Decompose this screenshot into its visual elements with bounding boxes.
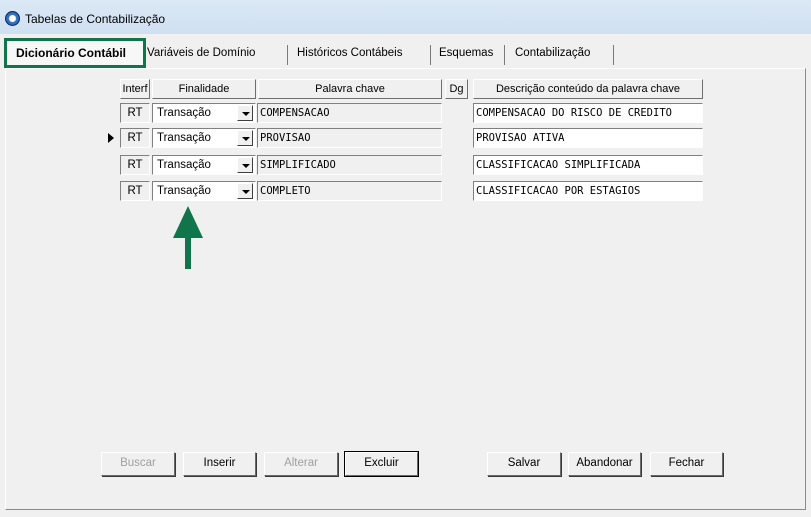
palavra-chave-cell[interactable]: SIMPLIFICADO [257,155,442,175]
column-header-palavra-chave[interactable]: Palavra chave [258,79,442,99]
row-indicator[interactable] [103,103,119,123]
row-indicator[interactable] [103,155,119,175]
current-row-indicator[interactable] [103,128,119,148]
interf-cell[interactable]: RT [120,155,150,175]
fechar-button[interactable]: Fechar [650,452,723,476]
dropdown-arrow-icon[interactable] [237,183,253,199]
app-icon [5,11,20,26]
dg-cell[interactable] [446,128,468,148]
salvar-button[interactable]: Salvar [487,452,561,476]
row-indicator[interactable] [103,181,119,201]
alterar-button[interactable]: Alterar [264,452,338,476]
palavra-chave-cell[interactable]: PROVISAO [257,128,442,148]
column-header-descricao[interactable]: Descrição conteúdo da palavra chave [473,79,703,99]
dropdown-arrow-icon[interactable] [237,130,253,146]
interf-cell[interactable]: RT [120,181,150,201]
descricao-field[interactable]: PROVISAO ATIVA [473,128,703,148]
window-title: Tabelas de Contabilização [25,12,166,26]
tab-dicionario-contabil[interactable]: Dicionário Contábil [4,38,146,68]
tab-label: Históricos Contábeis [297,47,403,59]
tab-label: Contabilização [515,47,591,59]
abandonar-button[interactable]: Abandonar [568,452,641,476]
interf-cell[interactable]: RT [120,103,150,123]
finalidade-value: Transação [157,132,211,144]
descricao-field[interactable]: CLASSIFICACAO SIMPLIFICADA [473,155,703,175]
inserir-button[interactable]: Inserir [183,452,256,476]
buscar-button[interactable]: Buscar [101,452,175,476]
tab-contabilizacao[interactable]: Contabilização [515,43,614,65]
descricao-field[interactable]: CLASSIFICACAO POR ESTAGIOS [473,181,703,201]
column-header-finalidade[interactable]: Finalidade [152,79,256,99]
tab-esquemas[interactable]: Esquemas [439,43,505,65]
interf-cell[interactable]: RT [120,128,150,148]
annotation-arrow-up-icon [173,206,203,238]
dropdown-arrow-icon[interactable] [237,105,253,121]
column-header-dg[interactable]: Dg [445,79,468,99]
dg-cell[interactable] [446,155,468,175]
dg-cell[interactable] [446,103,468,123]
tab-variaveis-de-dominio[interactable]: Variáveis de Domínio [147,43,288,65]
tab-label: Dicionário Contábil [16,46,127,60]
palavra-chave-cell[interactable]: COMPLETO [257,181,442,201]
tab-label: Variáveis de Domínio [147,47,256,59]
tab-label: Esquemas [439,47,494,59]
dg-cell[interactable] [446,181,468,201]
descricao-field[interactable]: COMPENSACAO DO RISCO DE CREDITO [473,103,703,123]
excluir-button[interactable]: Excluir [344,451,419,477]
finalidade-value: Transação [157,185,211,197]
tab-historicos-contabeis[interactable]: Históricos Contábeis [297,43,431,65]
title-bar: Tabelas de Contabilização [0,0,811,34]
annotation-arrow-shaft [185,236,191,269]
column-header-interf[interactable]: Interf [120,79,150,99]
palavra-chave-cell[interactable]: COMPENSACAO [257,103,442,123]
finalidade-value: Transação [157,107,211,119]
dropdown-arrow-icon[interactable] [237,157,253,173]
finalidade-value: Transação [157,159,211,171]
